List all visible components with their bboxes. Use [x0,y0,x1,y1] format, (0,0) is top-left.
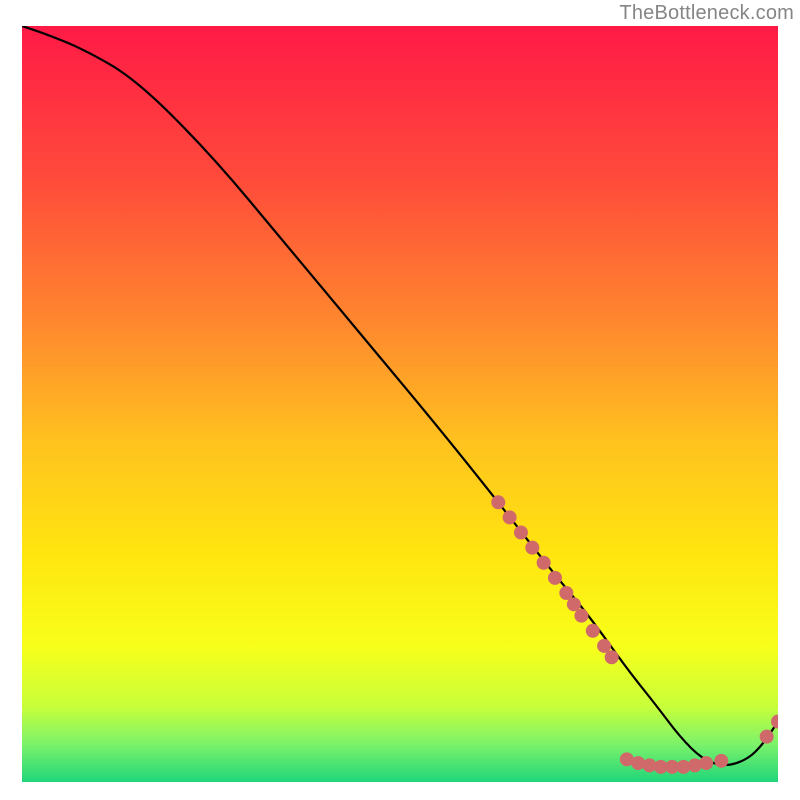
gradient-background [22,26,778,782]
attribution-text: TheBottleneck.com [619,2,794,25]
data-point [548,571,562,585]
data-point [491,495,505,509]
data-point [537,556,551,570]
chart-root: TheBottleneck.com [0,0,800,800]
chart-svg [22,26,778,782]
data-point [714,754,728,768]
data-point [514,526,528,540]
data-point [605,650,619,664]
data-point [525,541,539,555]
data-point [760,730,774,744]
data-point [574,609,588,623]
data-point [699,756,713,770]
data-point [586,624,600,638]
data-point [503,510,517,524]
plot-area [22,26,778,782]
